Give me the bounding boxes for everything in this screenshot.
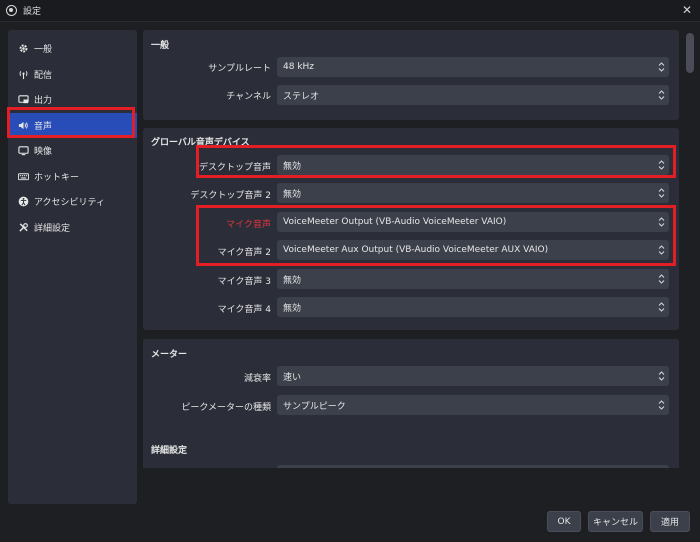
group-title-meters: メーター (151, 350, 188, 360)
antenna-icon (18, 69, 29, 80)
desktop-audio-2-select[interactable]: 無効 (277, 183, 669, 203)
mic-audio-4-label: マイク音声 4 (217, 305, 271, 315)
advanced-group: 詳細設定 (143, 435, 679, 468)
sidebar-item-output[interactable]: 出力 (8, 87, 137, 113)
general-group: 一般 サンプルレート 48 kHz チャンネル ステレオ (143, 30, 679, 120)
updown-arrow-icon (658, 400, 665, 410)
speaker-icon (18, 120, 29, 131)
gear-icon (18, 43, 29, 54)
cancel-button[interactable]: キャンセル (588, 511, 643, 532)
sidebar-item-hotkeys[interactable]: ホットキー (8, 164, 137, 190)
mic-audio-3-label: マイク音声 3 (217, 277, 271, 287)
sidebar-item-label: 一般 (34, 45, 53, 56)
mic-audio-label: マイク音声 (226, 220, 271, 230)
peak-meter-type-label: ピークメーターの種類 (181, 403, 271, 413)
sidebar-item-general[interactable]: 一般 (8, 36, 137, 62)
desktop-audio-value: 無効 (283, 161, 302, 172)
sidebar-item-video[interactable]: 映像 (8, 138, 137, 164)
updown-arrow-icon (658, 90, 665, 100)
updown-arrow-icon (658, 160, 665, 170)
desktop-audio-label: デスクトップ音声 (198, 163, 271, 173)
mic-audio-4-select[interactable]: 無効 (277, 297, 669, 317)
sample-rate-label: サンプルレート (208, 64, 271, 74)
desktop-audio-2-value: 無効 (283, 189, 302, 200)
scrollbar-thumb[interactable] (686, 33, 694, 73)
desktop-audio-select[interactable]: 無効 (277, 155, 669, 175)
group-title-global-audio: グローバル音声デバイス (151, 138, 250, 148)
mic-audio-3-value: 無効 (283, 275, 302, 286)
close-icon[interactable]: ✕ (682, 3, 692, 17)
sample-rate-select[interactable]: 48 kHz (277, 57, 669, 77)
sidebar-item-label: 出力 (34, 96, 53, 107)
sidebar-item-label: 音声 (34, 121, 53, 132)
mic-audio-4-value: 無効 (283, 303, 302, 314)
mic-audio-2-value: VoiceMeeter Aux Output (VB-Audio VoiceMe… (283, 245, 549, 255)
updown-arrow-icon (658, 302, 665, 312)
mic-audio-select[interactable]: VoiceMeeter Output (VB-Audio VoiceMeeter… (277, 212, 669, 232)
sidebar-item-label: 映像 (34, 147, 53, 158)
sidebar-item-label: ホットキー (34, 172, 80, 183)
mic-audio-3-select[interactable]: 無効 (277, 269, 669, 289)
global-audio-group: グローバル音声デバイス デスクトップ音声 無効 デスクトップ音声 2 無効 マイ… (143, 128, 679, 330)
channels-label: チャンネル (226, 92, 271, 102)
updown-arrow-icon (658, 245, 665, 255)
title-bar: 設定 ✕ (0, 0, 700, 22)
desktop-audio-2-label: デスクトップ音声 2 (190, 191, 271, 201)
monitor-icon (18, 145, 29, 156)
updown-arrow-icon (658, 217, 665, 227)
mic-audio-2-label: マイク音声 2 (217, 248, 271, 258)
sidebar-item-label: アクセシビリティ (34, 198, 106, 209)
updown-arrow-icon (658, 62, 665, 72)
group-title-advanced: 詳細設定 (151, 446, 188, 456)
sidebar-item-label: 詳細設定 (34, 223, 71, 234)
window-title: 設定 (23, 7, 42, 17)
decay-rate-select[interactable]: 速い (277, 366, 669, 386)
peak-meter-type-select[interactable]: サンプルピーク (277, 395, 669, 415)
decay-rate-label: 減衰率 (243, 374, 271, 384)
mic-audio-2-select[interactable]: VoiceMeeter Aux Output (VB-Audio VoiceMe… (277, 240, 669, 260)
sidebar-item-stream[interactable]: 配信 (8, 62, 137, 88)
mic-audio-value: VoiceMeeter Output (VB-Audio VoiceMeeter… (283, 217, 507, 227)
settings-content[interactable]: 一般 サンプルレート 48 kHz チャンネル ステレオ グローバル音声デバイス… (143, 30, 679, 468)
decay-rate-value: 速い (283, 372, 302, 383)
ok-button[interactable]: OK (547, 511, 581, 532)
advanced-partial-select[interactable] (277, 465, 669, 468)
sidebar-item-accessibility[interactable]: アクセシビリティ (8, 189, 137, 215)
peak-meter-type-value: サンプルピーク (283, 401, 346, 412)
keyboard-icon (18, 171, 29, 182)
group-title-general: 一般 (151, 41, 170, 51)
output-icon (18, 94, 29, 105)
content-scrollbar[interactable] (684, 30, 695, 468)
channels-value: ステレオ (283, 91, 320, 102)
sidebar-item-audio[interactable]: 音声 (8, 112, 137, 138)
tools-icon (18, 222, 29, 233)
obs-logo-icon (6, 5, 17, 16)
accessibility-icon (18, 196, 29, 207)
apply-button[interactable]: 適用 (650, 511, 690, 532)
updown-arrow-icon (658, 371, 665, 381)
channels-select[interactable]: ステレオ (277, 85, 669, 105)
updown-arrow-icon (658, 188, 665, 198)
sidebar-item-advanced[interactable]: 詳細設定 (8, 215, 137, 241)
sidebar-item-label: 配信 (34, 70, 53, 81)
updown-arrow-icon (658, 274, 665, 284)
settings-sidebar: 一般 配信 出力 音声 映像 ホットキー アクセシビリティ 詳細設定 (8, 30, 137, 504)
sample-rate-value: 48 kHz (283, 62, 315, 72)
